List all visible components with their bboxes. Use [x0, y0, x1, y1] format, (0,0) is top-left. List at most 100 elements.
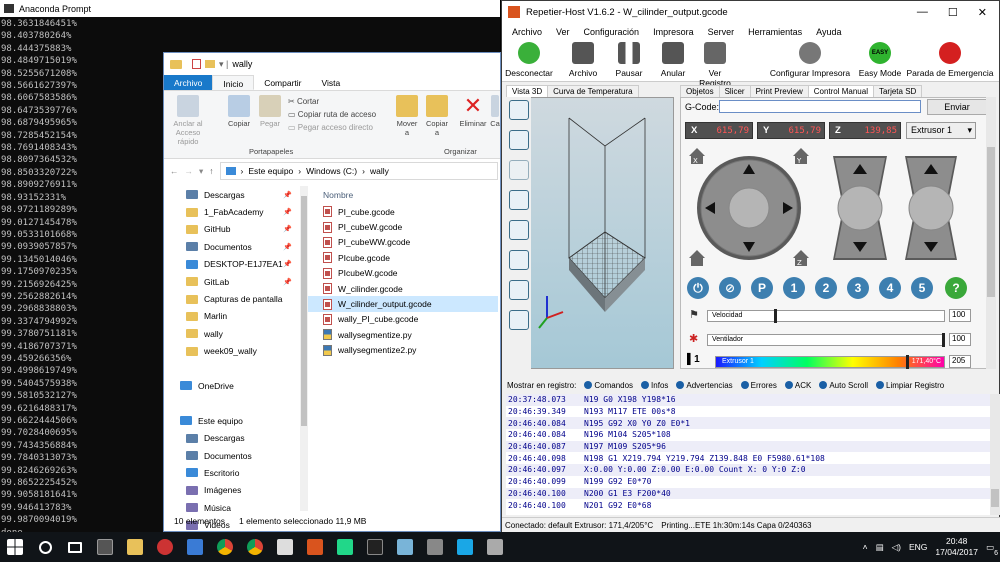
extruder-center[interactable]	[908, 185, 954, 231]
z-center[interactable]	[837, 185, 883, 231]
log-output[interactable]: 20:37:48.073 N19 G0 X198 Y198*16 20:46:39.…	[506, 394, 990, 515]
help-button[interactable]: ?	[945, 277, 967, 299]
fan-slider[interactable]: Ventilador	[707, 333, 945, 347]
copy-path-button[interactable]: ▭ Copiar ruta de acceso	[288, 108, 376, 121]
move-object-icon[interactable]	[508, 160, 529, 180]
nav-item[interactable]: Documentos	[164, 447, 300, 464]
log-filter-item[interactable]: Auto Scroll	[819, 381, 868, 390]
taskbar-app-7[interactable]	[480, 532, 510, 562]
nav-item[interactable]: 1_FabAcademy 📌	[164, 203, 300, 220]
log-filter-item[interactable]: Infos	[641, 381, 668, 390]
nav-item[interactable]: Descargas 📌	[164, 186, 300, 203]
quick-access-toolbar-chevron-icon[interactable]: ▾ |	[219, 59, 228, 70]
nav-item[interactable]: wally	[164, 325, 300, 342]
control-scrollbar[interactable]	[986, 97, 996, 369]
configure-printer-button[interactable]: Configurar Impresora	[768, 42, 852, 78]
recent-chevron-icon[interactable]: ▾	[199, 166, 203, 177]
view-front-icon[interactable]	[508, 280, 529, 300]
console-titlebar[interactable]: Anaconda Prompt	[0, 0, 500, 17]
macro-2-button[interactable]: 2	[815, 277, 837, 299]
taskbar-chrome-1[interactable]	[210, 532, 240, 562]
chevron-up-icon[interactable]: ˄	[863, 542, 868, 552]
tab-vista[interactable]: Vista	[312, 75, 351, 90]
jog-controls[interactable]: X Y Z	[681, 142, 997, 272]
new-folder-icon[interactable]	[205, 60, 215, 68]
clock[interactable]: 20:48 17/04/2017	[935, 536, 978, 558]
home-y-icon[interactable]: Y	[793, 148, 809, 165]
breadcrumb-1[interactable]: Windows (C:)	[306, 166, 357, 176]
back-icon[interactable]: ←	[170, 166, 179, 176]
home-xy-center[interactable]	[728, 187, 770, 229]
notifications-icon[interactable]: ▭ 6	[986, 542, 998, 557]
home-x-icon[interactable]: X	[689, 148, 705, 165]
gcode-input[interactable]	[719, 100, 921, 113]
rotate-icon[interactable]	[508, 100, 529, 120]
repetier-window[interactable]: Repetier-Host V1.6.2 - W_cilinder_output…	[501, 0, 1000, 533]
tab-vista-3d[interactable]: Vista 3D	[506, 85, 549, 97]
view-iso-icon[interactable]	[508, 250, 529, 270]
zoom-in-icon[interactable]	[508, 190, 529, 210]
speed-value[interactable]: 100	[949, 309, 971, 322]
menu-item[interactable]: Ver	[556, 27, 570, 37]
file-row[interactable]: PI_cube.gcode	[308, 204, 498, 219]
file-list[interactable]: Nombre PI_cube.gcode PI_cubeW.gcode PI_cub…	[308, 186, 498, 358]
search-button[interactable]	[30, 532, 60, 562]
macro-3-button[interactable]: 3	[847, 277, 869, 299]
view-top-icon[interactable]	[508, 310, 529, 330]
speed-slider-thumb[interactable]	[774, 309, 777, 323]
pin-quick-access-button[interactable]: Anclar al Acceso rápido	[166, 91, 210, 146]
navigation-pane[interactable]: Descargas 📌 1_FabAcademy 📌 GitHub 📌 Documentos…	[164, 186, 300, 530]
log-filter-item[interactable]: Advertencias	[676, 381, 733, 390]
home-all-icon[interactable]	[689, 250, 705, 266]
printbed-view[interactable]	[507, 98, 675, 370]
motors-off-icon[interactable]: ⏻	[687, 277, 709, 299]
nav-item[interactable]: Este equipo	[164, 412, 300, 429]
copy-to-button[interactable]: Copiar a	[424, 91, 450, 137]
menu-item[interactable]: Server	[708, 27, 735, 37]
speed-slider[interactable]: Velocidad	[707, 309, 945, 323]
move-icon[interactable]	[508, 130, 529, 150]
start-button[interactable]	[0, 532, 30, 562]
log-filter-item[interactable]: ACK	[784, 381, 811, 390]
log-filter-item[interactable]: Errores	[740, 381, 777, 390]
fan-value[interactable]: 100	[949, 333, 971, 346]
file-row[interactable]: wallysegmentize2.py	[308, 343, 498, 358]
tab-objects[interactable]: Objetos	[680, 85, 720, 97]
temperature-slider[interactable]: Extrusor 1 171,40°C	[715, 355, 945, 369]
park-button[interactable]: P	[751, 277, 773, 299]
home-z-icon[interactable]: Z	[793, 250, 809, 267]
nav-item[interactable]: Marlin	[164, 308, 300, 325]
taskbar-app-5[interactable]	[420, 532, 450, 562]
taskbar-chrome-2[interactable]	[240, 532, 270, 562]
nav-item[interactable]: Descargas	[164, 429, 300, 446]
menu-item[interactable]: Archivo	[512, 27, 542, 37]
nav-item[interactable]: Imágenes	[164, 482, 300, 499]
tab-sd-card[interactable]: Tarjeta SD	[872, 85, 923, 97]
nav-item[interactable]: DESKTOP-E1J7EA1 📌	[164, 256, 300, 273]
taskbar-pycharm[interactable]	[330, 532, 360, 562]
minimize-icon[interactable]: —	[917, 6, 928, 19]
send-button[interactable]: Enviar	[927, 99, 987, 115]
taskbar-app-4[interactable]	[390, 532, 420, 562]
tab-temperature[interactable]: Curva de Temperatura	[547, 85, 639, 97]
delete-button[interactable]: ✕ Eliminar	[458, 91, 488, 129]
breadcrumb-0[interactable]: Este equipo	[248, 166, 293, 176]
easy-mode-button[interactable]: EASY Easy Mode	[858, 42, 902, 78]
taskbar-app-6[interactable]	[450, 532, 480, 562]
file-row[interactable]: PIcubeW.gcode	[308, 266, 498, 281]
disconnect-button[interactable]: Desconectar	[504, 42, 554, 78]
paste-shortcut-button[interactable]: ▭ Pegar acceso directo	[288, 121, 376, 134]
macro-5-button[interactable]: 5	[911, 277, 933, 299]
file-row[interactable]: PI_cubeWW.gcode	[308, 235, 498, 250]
nav-scrollbar[interactable]	[300, 186, 308, 511]
network-icon[interactable]: ▤	[876, 542, 884, 553]
maximize-icon[interactable]: ☐	[948, 6, 958, 19]
taskbar-explorer[interactable]	[120, 532, 150, 562]
task-view-button[interactable]	[60, 532, 90, 562]
menu-item[interactable]: Configuración	[584, 27, 640, 37]
file-row[interactable]: PI_cubeW.gcode	[308, 219, 498, 234]
rename-button[interactable]: Ca	[490, 91, 500, 128]
tab-compartir[interactable]: Compartir	[254, 75, 311, 90]
log-filter-item[interactable]: Limpiar Registro	[876, 381, 944, 390]
extruder-select[interactable]: Extrusor 1 ▾	[906, 122, 976, 139]
